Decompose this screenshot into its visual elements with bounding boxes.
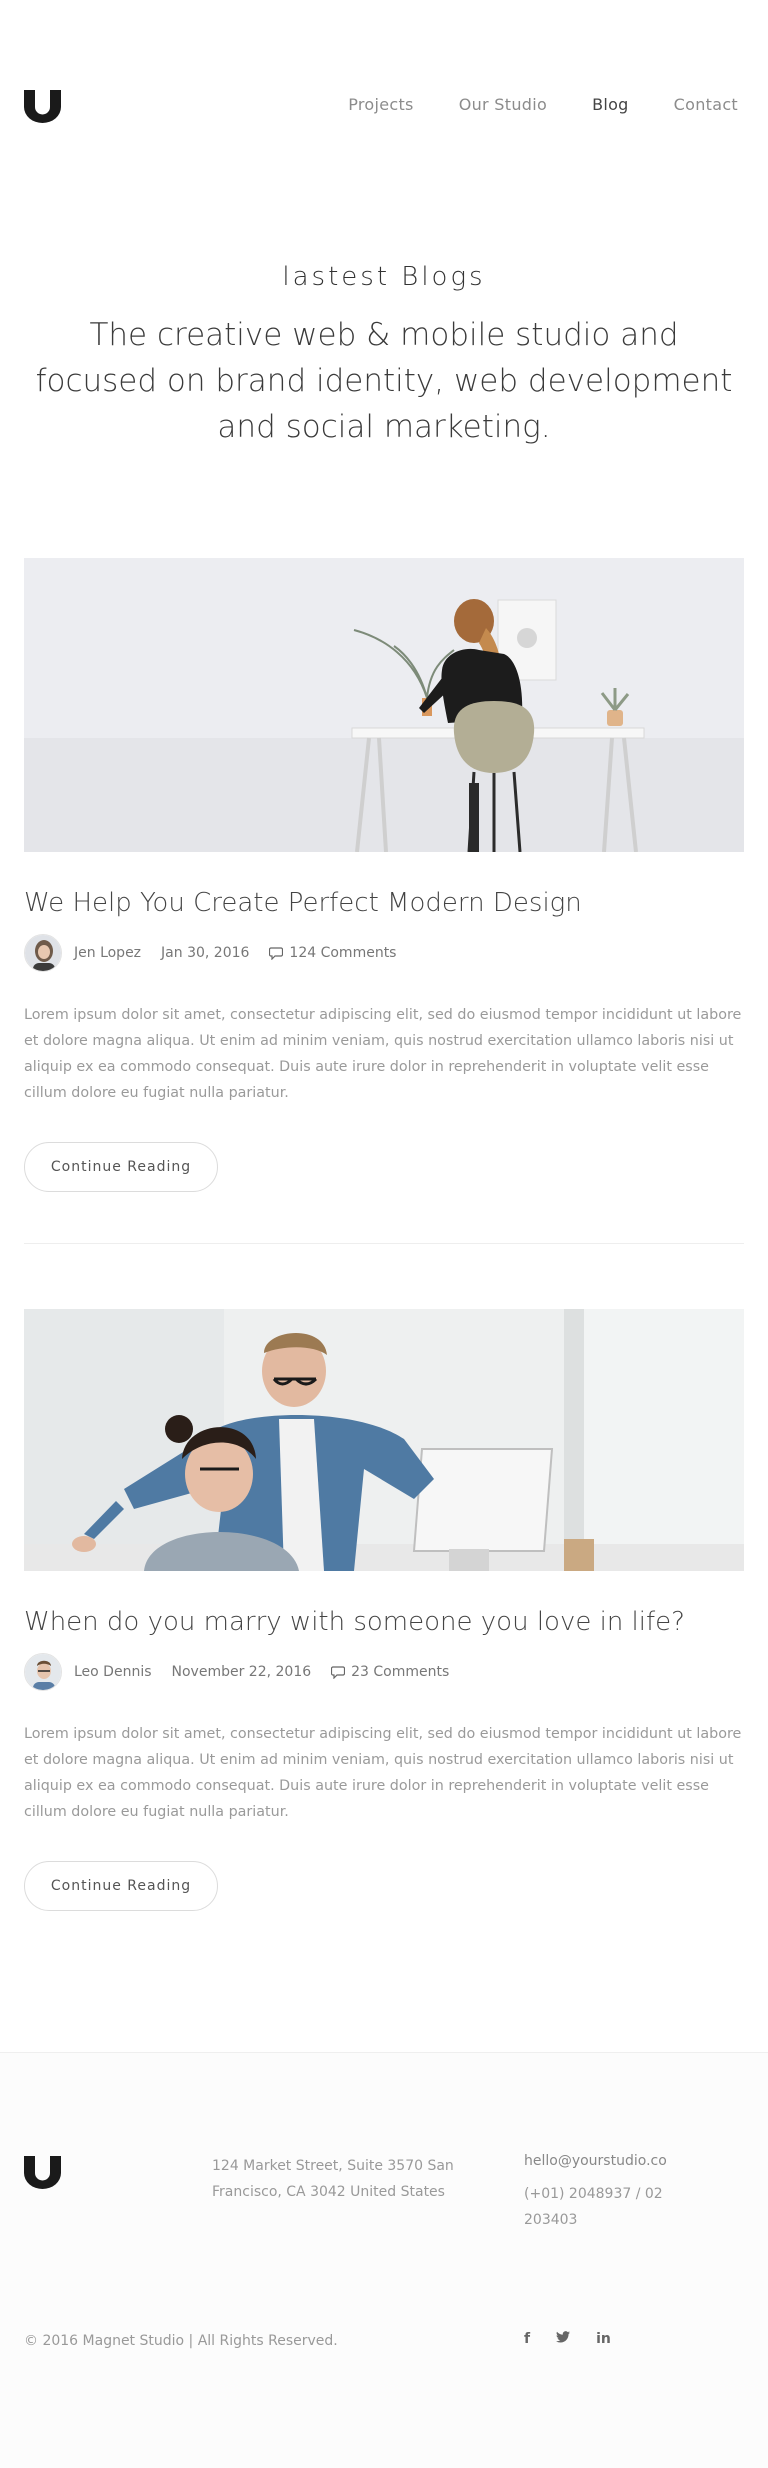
nav-blog[interactable]: Blog: [592, 95, 629, 114]
continue-reading-button[interactable]: Continue Reading: [24, 1142, 218, 1192]
post-excerpt: Lorem ipsum dolor sit amet, consectetur …: [24, 1007, 742, 1101]
logo-icon[interactable]: [24, 90, 61, 123]
post-divider: [24, 1243, 744, 1244]
continue-reading-button[interactable]: Continue Reading: [24, 1861, 218, 1911]
footer-phone[interactable]: (+01) 2048937 / 02 203403: [524, 2181, 674, 2233]
nav-our-studio[interactable]: Our Studio: [459, 95, 547, 114]
post-image[interactable]: [24, 1309, 744, 1571]
post-meta: Leo Dennis November 22, 2016 23 Comments: [24, 1653, 744, 1691]
facebook-icon[interactable]: f: [524, 2331, 530, 2347]
post-meta: Jen Lopez Jan 30, 2016 124 Comments: [24, 934, 744, 972]
comment-icon: [331, 1665, 346, 1679]
post-excerpt: Lorem ipsum dolor sit amet, consectetur …: [24, 1726, 742, 1820]
site-header: Projects Our Studio Blog Contact: [0, 0, 768, 210]
twitter-icon[interactable]: [556, 2331, 571, 2347]
footer-address: 124 Market Street, Suite 3570 San Franci…: [212, 2158, 454, 2200]
blog-post: When do you marry with someone you love …: [24, 1309, 744, 1911]
hero-section: lastest Blogs The creative web & mobile …: [0, 262, 768, 450]
post-comments[interactable]: 23 Comments: [331, 1664, 449, 1680]
comments-count: 23 Comments: [351, 1664, 450, 1680]
post-author[interactable]: Leo Dennis: [74, 1664, 152, 1680]
footer-email[interactable]: hello@yourstudio.co: [524, 2153, 724, 2169]
post-date: November 22, 2016: [171, 1664, 312, 1680]
nav-projects[interactable]: Projects: [348, 95, 413, 114]
logo-icon[interactable]: [24, 2156, 61, 2189]
avatar[interactable]: [24, 1653, 62, 1691]
copyright-text: © 2016 Magnet Studio | All Rights Reserv…: [24, 2333, 338, 2349]
post-image[interactable]: [24, 558, 744, 852]
post-title[interactable]: When do you marry with someone you love …: [24, 1607, 744, 1637]
post-author[interactable]: Jen Lopez: [74, 945, 141, 961]
main-nav: Projects Our Studio Blog Contact: [348, 95, 738, 114]
site-footer: 124 Market Street, Suite 3570 San Franci…: [0, 2052, 768, 2468]
social-links: f in: [524, 2331, 611, 2347]
comment-icon: [269, 946, 284, 960]
comments-count: 124 Comments: [289, 945, 397, 961]
footer-contact: hello@yourstudio.co (+01) 2048937 / 02 2…: [524, 2153, 724, 2233]
blog-post: We Help You Create Perfect Modern Design…: [24, 558, 744, 1192]
post-comments[interactable]: 124 Comments: [269, 945, 396, 961]
section-kicker: lastest Blogs: [282, 262, 486, 292]
avatar[interactable]: [24, 934, 62, 972]
linkedin-icon[interactable]: in: [596, 2331, 611, 2347]
nav-contact[interactable]: Contact: [674, 95, 738, 114]
post-date: Jan 30, 2016: [161, 945, 250, 961]
hero-headline: The creative web & mobile studio and foc…: [35, 317, 733, 445]
post-title[interactable]: We Help You Create Perfect Modern Design: [24, 888, 744, 918]
